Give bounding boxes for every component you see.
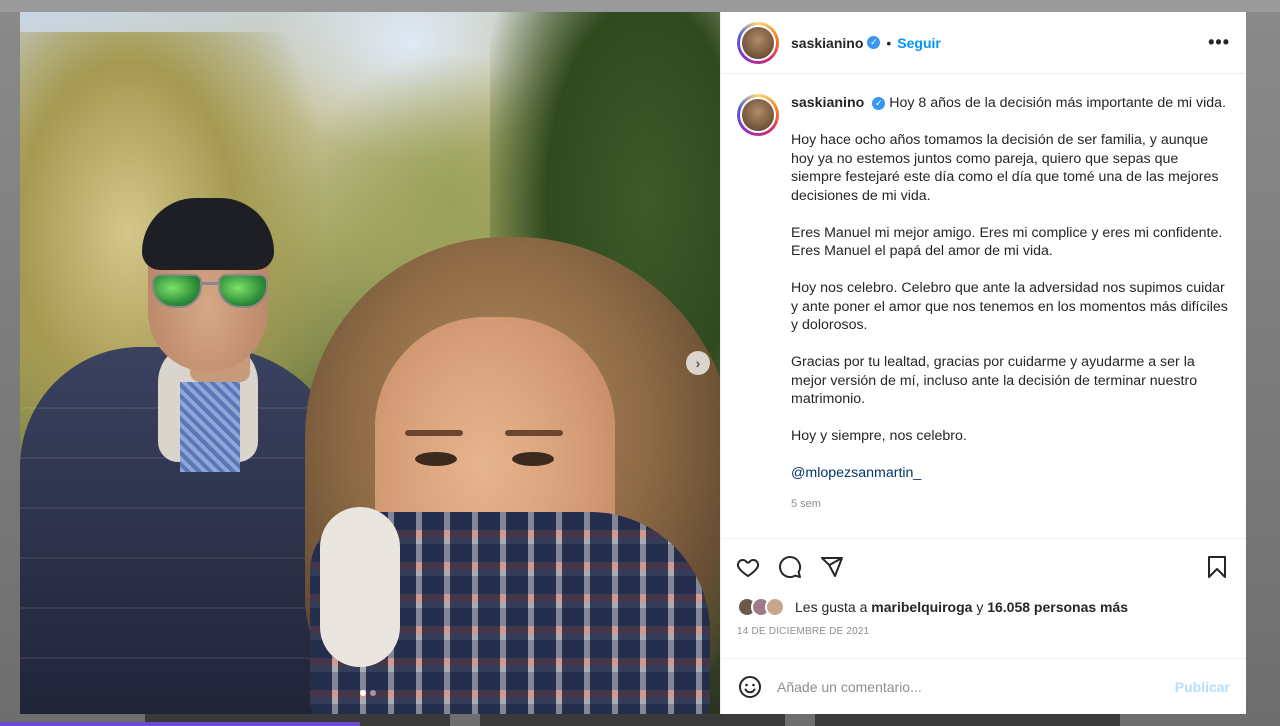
likes-user-link[interactable]: maribelquiroga [871, 599, 972, 615]
caption-text: saskianino ✓ Hoy 8 años de la decisión m… [791, 94, 1230, 538]
post-username[interactable]: saskianino [791, 35, 863, 51]
caption-area[interactable]: saskianino ✓ Hoy 8 años de la decisión m… [721, 74, 1246, 538]
caption-time: 5 sem [791, 497, 821, 510]
publish-button[interactable]: Publicar [1175, 679, 1230, 695]
photo-man-sunglasses [152, 274, 270, 310]
likes-prefix: Les gusta a [795, 599, 868, 615]
feed-tile [480, 712, 785, 726]
caption-paragraph: Hoy nos celebro. Celebro que ante la adv… [791, 280, 1228, 333]
likes-row: Les gusta a maribelquiroga y 16.058 pers… [721, 594, 1246, 620]
avatar[interactable] [737, 21, 779, 64]
caption-first-line: Hoy 8 años de la decisión más importante… [889, 95, 1226, 111]
taskbar-accent [0, 722, 360, 726]
photo-woman-brow [505, 430, 563, 436]
verified-icon: ✓ [867, 36, 881, 49]
action-bar [721, 538, 1246, 594]
follow-button[interactable]: Seguir [897, 35, 941, 51]
post-photo[interactable]: › [20, 12, 720, 714]
photo-man-shirt [180, 382, 240, 472]
likes-count-link[interactable]: 16.058 personas más [987, 599, 1128, 615]
post-modal: › saskianino ✓ • Seguir ••• saskianino ✓… [20, 12, 1246, 714]
carousel-next-button[interactable]: › [686, 351, 710, 375]
carousel-dots [360, 690, 376, 696]
post-date[interactable]: 14 DE DICIEMBRE DE 2021 [721, 620, 1246, 658]
emoji-icon[interactable] [737, 674, 763, 700]
mention-link[interactable]: @mlopezsanmartin_ [791, 465, 921, 481]
photo-woman-scarf-white [320, 507, 400, 667]
browser-toolbar-strip [0, 0, 1280, 12]
heart-icon[interactable] [735, 554, 761, 580]
caption-username[interactable]: saskianino [791, 95, 864, 111]
photo-woman-brow [405, 430, 463, 436]
comment-input[interactable] [777, 678, 1175, 695]
comment-box: Publicar [721, 658, 1246, 714]
caption-paragraph: Hoy y siempre, nos celebro. [791, 428, 967, 444]
photo-woman-eye [415, 452, 457, 466]
more-icon[interactable]: ••• [1208, 32, 1230, 53]
liker-avatars[interactable] [737, 597, 785, 617]
carousel-dot [360, 690, 366, 696]
avatar [765, 597, 785, 617]
caption-paragraph: Hoy hace ocho años tomamos la decisión d… [791, 132, 1219, 204]
photo-woman-eye [512, 452, 554, 466]
post-side-panel: saskianino ✓ • Seguir ••• saskianino ✓ H… [720, 12, 1246, 714]
bookmark-icon[interactable] [1204, 554, 1230, 580]
likes-connector: y [976, 599, 984, 615]
avatar[interactable] [737, 94, 779, 136]
dot-separator: • [886, 34, 892, 51]
chevron-right-icon: › [695, 355, 701, 371]
verified-icon: ✓ [872, 96, 886, 110]
carousel-dot [370, 690, 376, 696]
share-icon[interactable] [819, 554, 845, 580]
caption-paragraph: Gracias por tu lealtad, gracias por cuid… [791, 354, 1198, 407]
post-header: saskianino ✓ • Seguir ••• [721, 12, 1246, 74]
comment-icon[interactable] [777, 554, 803, 580]
feed-tile [815, 712, 1120, 726]
caption-paragraph: Eres Manuel mi mejor amigo. Eres mi comp… [791, 224, 1223, 260]
